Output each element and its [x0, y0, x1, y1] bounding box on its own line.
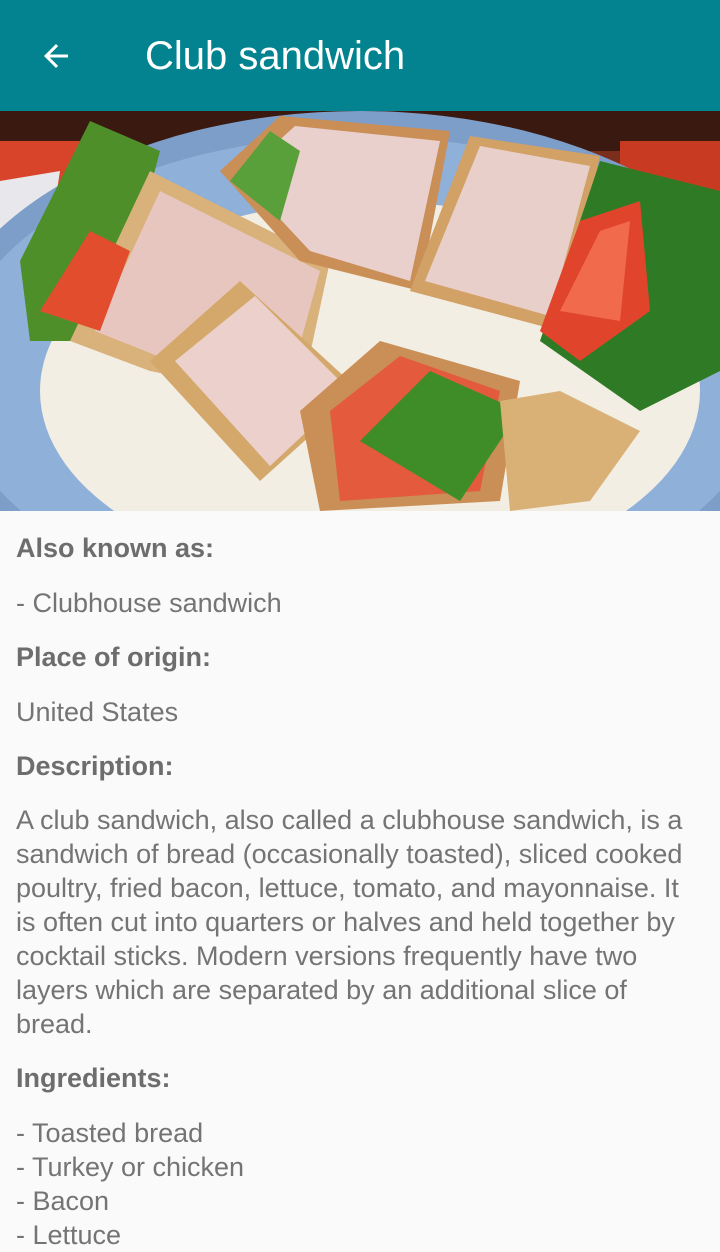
- description-label: Description:: [16, 751, 174, 781]
- hero-image: [0, 111, 720, 511]
- list-item: - Turkey or chicken: [16, 1152, 245, 1182]
- list-item: - Bacon: [16, 1186, 110, 1216]
- ingredients-label: Ingredients:: [16, 1063, 171, 1093]
- page-title: Club sandwich: [145, 34, 406, 78]
- place-of-origin-label: Place of origin:: [16, 642, 212, 672]
- place-of-origin-value: United States: [16, 697, 179, 727]
- ingredients-list: - Toasted bread - Turkey or chicken - Ba…: [16, 1116, 704, 1252]
- also-known-as-label: Also known as:: [16, 533, 215, 563]
- back-button[interactable]: [24, 24, 88, 88]
- sandwich-photo: [0, 111, 720, 511]
- description-text: A club sandwich, also called a clubhouse…: [16, 805, 683, 1039]
- app-bar: Club sandwich: [0, 0, 720, 111]
- list-item: - Toasted bread: [16, 1118, 204, 1148]
- list-item: - Lettuce: [16, 1220, 122, 1250]
- arrow-back-icon: [44, 44, 68, 68]
- detail-content: Also known as: - Clubhouse sandwich Plac…: [16, 511, 704, 1252]
- also-known-as-value: - Clubhouse sandwich: [16, 588, 282, 618]
